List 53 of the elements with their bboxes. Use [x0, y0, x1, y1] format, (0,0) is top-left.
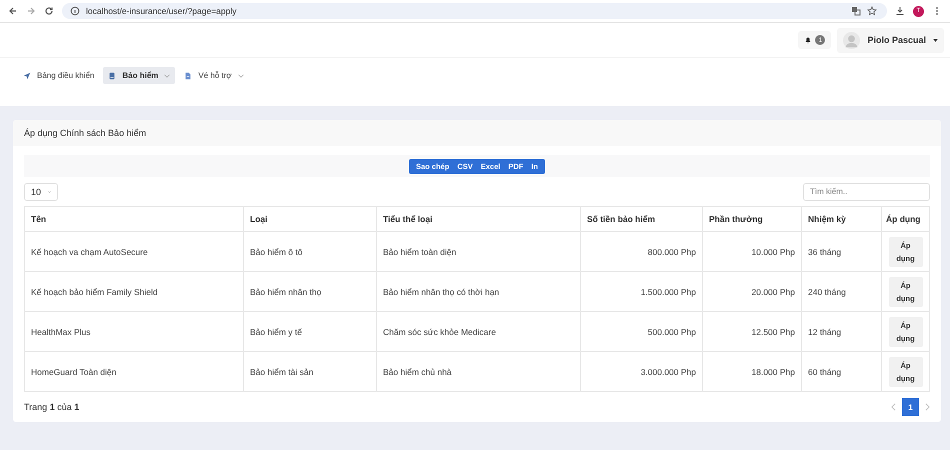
- navigation-arrow-icon: [23, 72, 31, 80]
- table-cell: 36 tháng: [802, 232, 882, 272]
- table-cell: 240 tháng: [802, 272, 882, 312]
- table-cell: Bảo hiểm nhân thọ: [244, 272, 376, 312]
- caret-icon: [933, 38, 938, 42]
- table-cell: 800.000 Php: [580, 232, 702, 272]
- table-cell: HealthMax Plus: [24, 312, 244, 352]
- table-cell: Bảo hiểm tài sản: [244, 352, 376, 392]
- search-field[interactable]: Tìm kiếm..: [803, 182, 930, 200]
- table-cell: 10.000 Php: [702, 232, 802, 272]
- table-cell: Kế hoạch bảo hiểm Family Shield: [24, 272, 244, 312]
- bell-icon: [804, 36, 812, 44]
- user-menu[interactable]: Piolo Pascual: [837, 28, 944, 52]
- page-info: Trang 1 của 1: [24, 402, 80, 412]
- star-icon[interactable]: [867, 6, 877, 16]
- column-header: Loại: [244, 206, 376, 232]
- table-cell: Bảo hiểm nhân thọ có thời hạn: [376, 272, 580, 312]
- column-header: Phần thưởng: [702, 206, 802, 232]
- document-icon: [184, 72, 192, 80]
- table-cell: 18.000 Php: [702, 352, 802, 392]
- nav-item[interactable]: Bảo hiểm: [103, 67, 176, 84]
- table-cell: HomeGuard Toàn diện: [24, 352, 244, 392]
- column-header: Số tiền bảo hiểm: [580, 206, 702, 232]
- translate-icon[interactable]: [851, 6, 861, 16]
- column-header: Nhiệm kỳ: [802, 206, 882, 232]
- table-cell: Bảo hiểm y tế: [244, 312, 376, 352]
- page-size-select[interactable]: 10: [24, 182, 58, 200]
- download-icon[interactable]: [895, 6, 905, 16]
- card-title: Áp dụng Chính sách Bảo hiểm: [24, 128, 146, 138]
- back-icon[interactable]: [8, 6, 18, 16]
- table-cell: 60 tháng: [802, 352, 882, 392]
- table-cell: 3.000.000 Php: [580, 352, 702, 392]
- page-button[interactable]: 1: [902, 398, 919, 416]
- table-cell: Bảo hiểm ô tô: [244, 232, 376, 272]
- nav-item[interactable]: Vé hỗ trợ: [179, 67, 249, 84]
- table-cell: 20.000 Php: [702, 272, 802, 312]
- nav-item[interactable]: Bảng điều khiển: [18, 67, 100, 84]
- table-cell: 500.000 Php: [580, 312, 702, 352]
- table-cell: 12.500 Php: [702, 312, 802, 352]
- column-header: Áp dụng: [882, 206, 930, 232]
- reload-icon[interactable]: [44, 6, 54, 16]
- table-cell: 1.500.000 Php: [580, 272, 702, 312]
- avatar-icon: [843, 32, 860, 48]
- address-bar[interactable]: localhost/e-insurance/user/?page=apply: [62, 3, 887, 19]
- table-cell: Bảo hiểm toàn diện: [376, 232, 580, 272]
- column-header: Tiểu thể loại: [376, 206, 580, 232]
- column-header: Tên: [24, 206, 244, 232]
- table-cell: Chăm sóc sức khỏe Medicare: [376, 312, 580, 352]
- book-icon: [108, 72, 116, 80]
- table-cell: 12 tháng: [802, 312, 882, 352]
- table-cell: Kế hoạch va chạm AutoSecure: [24, 232, 244, 272]
- table-cell: Bảo hiểm chủ nhà: [376, 352, 580, 392]
- site-info-icon[interactable]: [70, 6, 80, 16]
